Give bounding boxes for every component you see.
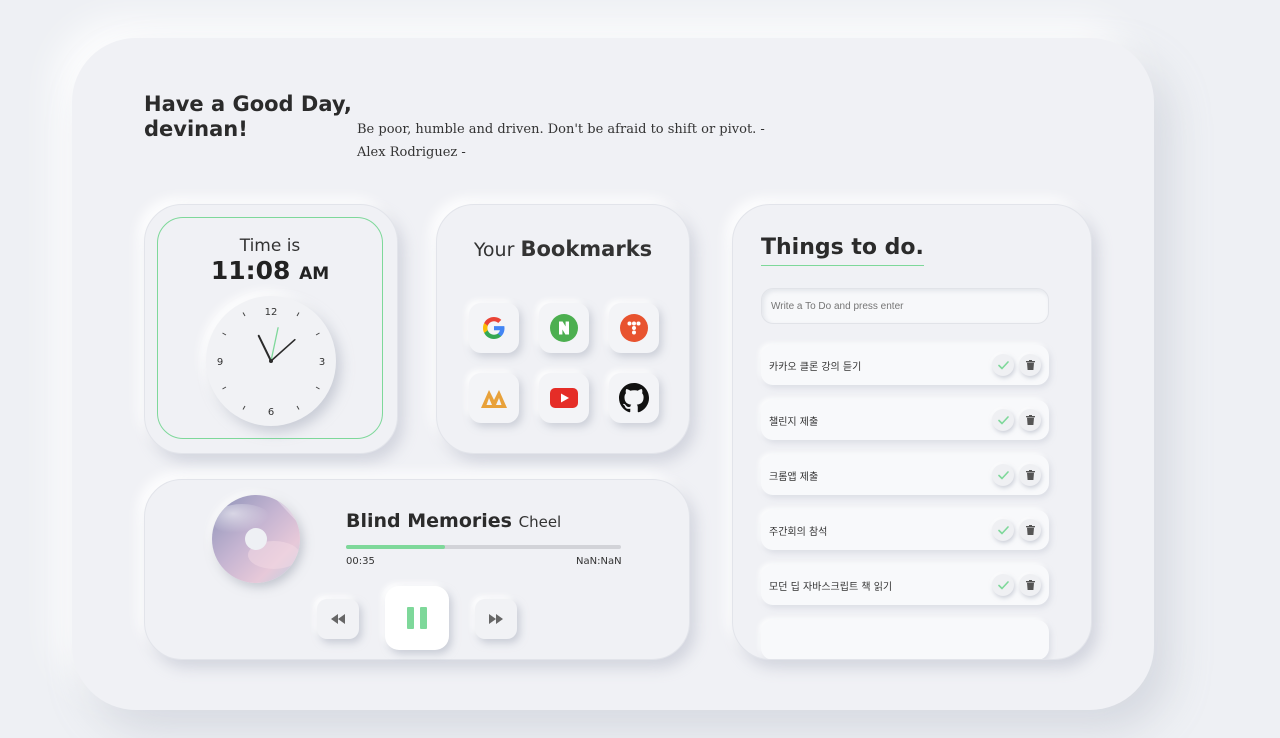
trash-icon — [1025, 580, 1035, 590]
bookmark-github[interactable] — [609, 373, 659, 423]
delete-button[interactable] — [1019, 574, 1041, 596]
dots-icon — [620, 314, 648, 342]
clock-tick — [315, 332, 320, 336]
digital-time: 11:08 AM — [158, 256, 382, 285]
complete-button[interactable] — [992, 354, 1014, 376]
bookmarks-card: Your Bookmarks — [436, 204, 690, 454]
quote-text: Be poor, humble and driven. Don't be afr… — [357, 122, 765, 160]
todo-card: Things to do. 카카오 클론 강의 듣기챌린지 제출크롬앱 제출주간… — [732, 204, 1092, 660]
bookmark-youtube[interactable] — [539, 373, 589, 423]
todo-item-text: 카카오 클론 강의 듣기 — [769, 361, 862, 373]
next-button[interactable] — [475, 599, 517, 639]
dashboard: Have a Good Day, devinan! Be poor, humbl… — [72, 38, 1154, 710]
todo-list: 카카오 클론 강의 듣기챌린지 제출크롬앱 제출주간회의 참석모던 딥 자바스크… — [761, 345, 1049, 659]
delete-button[interactable] — [1019, 409, 1041, 431]
clock-numeral-12: 12 — [265, 307, 278, 318]
greeting-username: devinan! — [144, 117, 248, 141]
bookmarks-title-bold: Bookmarks — [520, 237, 653, 261]
check-icon — [997, 360, 1009, 369]
complete-button[interactable] — [992, 574, 1014, 596]
clock-tick — [296, 405, 300, 410]
delete-button[interactable] — [1019, 464, 1041, 486]
clock-tick — [242, 312, 246, 317]
hour-hand — [257, 334, 272, 362]
todo-item-text: 주간회의 참석 — [769, 526, 828, 538]
todo-input[interactable] — [761, 288, 1049, 324]
song-artist: Cheel — [518, 513, 562, 531]
todo-item: 주간회의 참석 — [761, 510, 1049, 550]
todo-title: Things to do. — [761, 235, 924, 266]
previous-button[interactable] — [317, 599, 359, 639]
greeting: Have a Good Day, devinan! — [144, 92, 364, 142]
clock-tick — [315, 386, 320, 390]
album-hole — [245, 528, 267, 550]
complete-button[interactable] — [992, 519, 1014, 541]
trash-icon — [1025, 415, 1035, 425]
check-icon — [997, 525, 1009, 534]
greeting-line-1: Have a Good Day, — [144, 92, 352, 116]
complete-button[interactable] — [992, 409, 1014, 431]
check-icon — [997, 415, 1009, 424]
bookmarks-title: Your Bookmarks — [437, 237, 689, 261]
pause-icon — [407, 607, 427, 629]
check-icon — [997, 470, 1009, 479]
google-icon — [483, 317, 505, 339]
youtube-icon — [550, 388, 578, 408]
todo-item-text: 챌린지 제출 — [769, 416, 819, 428]
bookmark-grid — [469, 303, 661, 423]
music-player-card: Blind Memories Cheel 00:35 NaN:NaN — [144, 479, 690, 660]
clock-tick — [222, 386, 227, 390]
progress-bar[interactable] — [346, 545, 621, 549]
bookmark-dots[interactable] — [609, 303, 659, 353]
naver-icon — [550, 314, 578, 342]
bookmarks-title-prefix: Your — [473, 239, 515, 261]
clock-tick — [242, 405, 246, 410]
todo-item: 챌린지 제출 — [761, 400, 1049, 440]
clock-numeral-9: 9 — [217, 357, 223, 368]
bookmark-google[interactable] — [469, 303, 519, 353]
progress-fill — [346, 545, 445, 549]
delete-button[interactable] — [1019, 519, 1041, 541]
todo-item: 카카오 클론 강의 듣기 — [761, 345, 1049, 385]
song-info: Blind Memories Cheel — [346, 510, 561, 532]
clock-frame: Time is 11:08 AM 12 3 6 9 — [157, 217, 383, 439]
todo-item-text: 크롬앱 제출 — [769, 471, 819, 483]
time-value: 11:08 — [210, 256, 291, 285]
clock-numeral-6: 6 — [268, 407, 274, 418]
todo-item: 크롬앱 제출 — [761, 455, 1049, 495]
github-icon — [619, 383, 649, 413]
trash-icon — [1025, 525, 1035, 535]
mountain-icon — [481, 390, 507, 408]
trash-icon — [1025, 360, 1035, 370]
check-icon — [997, 580, 1009, 589]
bookmark-mountain[interactable] — [469, 373, 519, 423]
time-ampm: AM — [299, 264, 330, 284]
song-title: Blind Memories — [346, 510, 512, 532]
time-label: Time is — [239, 236, 301, 256]
clock-tick — [296, 312, 300, 317]
clock-tick — [222, 332, 227, 336]
clock-numeral-3: 3 — [319, 357, 325, 368]
complete-button[interactable] — [992, 464, 1014, 486]
trash-icon — [1025, 470, 1035, 480]
duration-time: NaN:NaN — [576, 556, 622, 567]
todo-item-text: 모던 딥 자바스크립트 책 읽기 — [769, 581, 893, 593]
album-art — [212, 495, 300, 583]
clock-card: Time is 11:08 AM 12 3 6 9 — [144, 204, 398, 454]
todo-item-partial — [761, 620, 1049, 659]
fast-forward-icon — [489, 614, 503, 624]
analog-clock: 12 3 6 9 — [206, 296, 336, 426]
todo-item: 모던 딥 자바스크립트 책 읽기 — [761, 565, 1049, 605]
current-time: 00:35 — [346, 556, 375, 567]
pause-button[interactable] — [385, 586, 449, 650]
rewind-icon — [331, 614, 345, 624]
bookmark-naver[interactable] — [539, 303, 589, 353]
delete-button[interactable] — [1019, 354, 1041, 376]
